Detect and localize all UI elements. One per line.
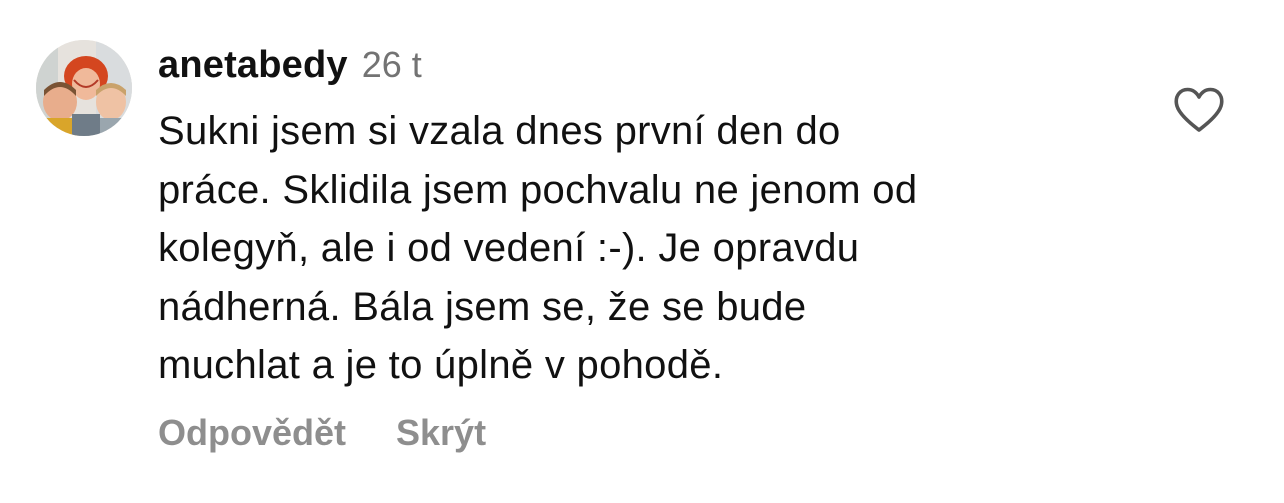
heart-outline-icon: [1174, 87, 1224, 132]
comment-header: anetabedy 26 t: [158, 38, 422, 92]
comment-text-line: práce. Sklidila jsem pochvalu ne jenom o…: [158, 167, 918, 212]
hide-button[interactable]: Skrýt: [396, 412, 486, 454]
like-button[interactable]: [1172, 86, 1226, 134]
avatar[interactable]: [36, 40, 132, 136]
comment-item: anetabedy 26 t Sukni jsem si vzala dnes …: [0, 0, 1284, 503]
comment-text-line: nádherná. Bála jsem se, že se bude: [158, 284, 807, 329]
profile-photo: [36, 40, 132, 136]
reply-button[interactable]: Odpovědět: [158, 412, 346, 454]
comment-timestamp: 26 t: [361, 44, 422, 85]
comment-text-line: muchlat a je to úplně v pohodě.: [158, 343, 724, 387]
comment-text-line: kolegyň, ale i od vedení :-). Je opravdu: [158, 226, 860, 270]
comment-actions: Odpovědět Skrýt: [158, 408, 486, 458]
comment-text: Sukni jsem si vzala dnes první den do pr…: [158, 102, 1138, 395]
comment-text-line: Sukni jsem si vzala dnes první den do: [158, 109, 841, 153]
username-link[interactable]: anetabedy: [158, 44, 348, 87]
